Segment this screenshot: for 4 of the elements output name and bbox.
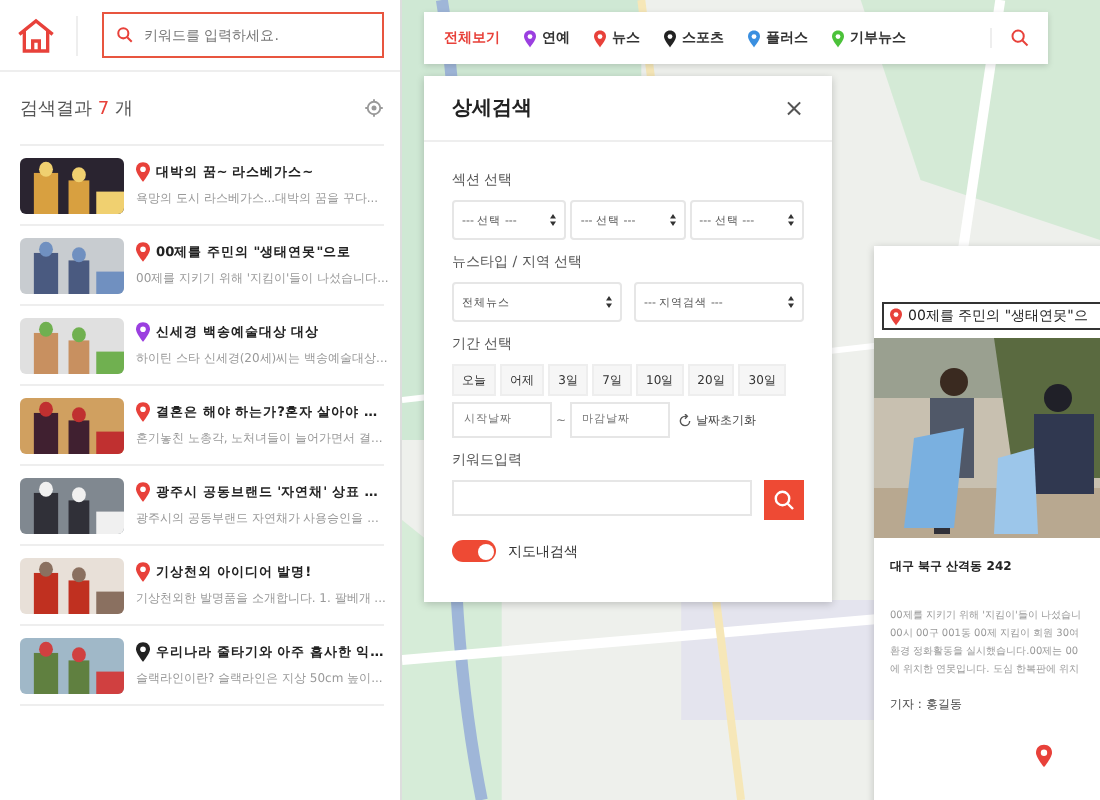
search-icon xyxy=(116,26,134,44)
location-target-icon[interactable] xyxy=(364,98,384,118)
home-icon[interactable] xyxy=(16,15,78,55)
result-count: 검색결과 7 개 xyxy=(20,97,133,121)
